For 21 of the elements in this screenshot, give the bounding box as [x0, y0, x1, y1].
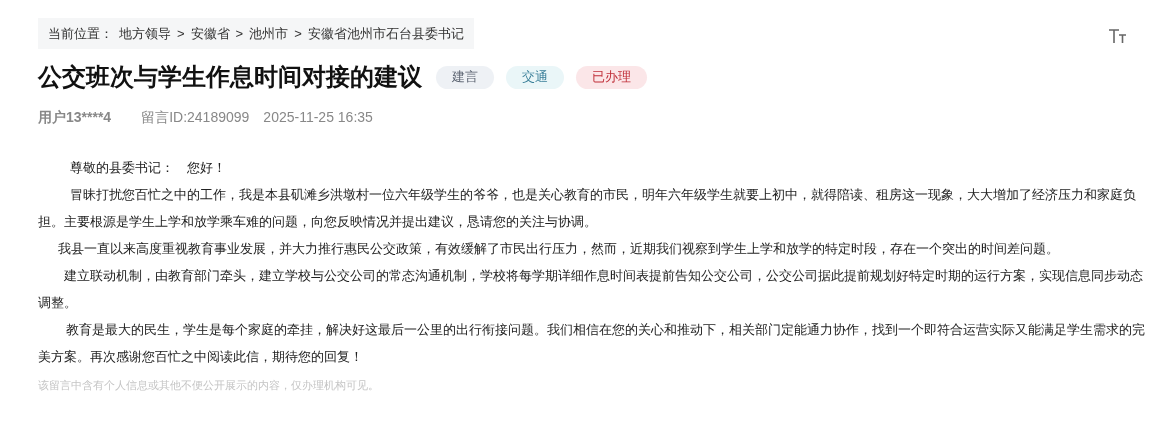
message-id: 留言ID:24189099: [141, 108, 250, 127]
breadcrumb-link[interactable]: 地方领导: [119, 23, 171, 44]
tag: 建言: [436, 65, 494, 89]
breadcrumb-link[interactable]: 安徽省池州市石台县委书记: [307, 23, 464, 44]
breadcrumb-separator: >: [294, 24, 302, 43]
breadcrumb-separator: >: [177, 24, 185, 43]
breadcrumb-link[interactable]: 安徽省: [190, 23, 230, 44]
post-time: 2025-11-25 16:35: [263, 108, 373, 127]
message-paragraph: 教育是最大的民生，学生是每个家庭的牵挂，解决好这最后一公里的出行衔接问题。我们相信在您的关心和推动下，相关部门定能通力协作，找到一个即符合运营实际又能满足学生需求的完美方案。再次感谢您百忙之中阅读此信，期待您的回复！: [38, 321, 1146, 366]
greeting: 尊敬的县委书记： 您好！: [69, 159, 227, 177]
message-paragraph: 我县一直以来高度重视教育事业发展，并大力推行惠民公交政策，有效缓解了市民出行压力，然而，近期我们视察到学生上学和放学的特定时段，存在一个突出的时间差问题。: [57, 240, 1060, 258]
tag: 交通: [506, 65, 564, 89]
user-name: 用户13****4: [38, 108, 112, 127]
message-paragraph: 建立联动机制，由教育部门牵头，建立学校与公交公司的常态沟通机制，学校将每学期详细作息时间表提前告知公交公司，公交公司据此提前规划好特定时期的运行方案，实现信息同步动态调整。: [38, 267, 1144, 312]
page-title: 公交班次与学生作息时间对接的建议: [38, 62, 422, 92]
breadcrumb-link[interactable]: 池州市: [249, 23, 289, 44]
breadcrumb-label: 当前位置：: [48, 24, 113, 43]
breadcrumb-separator: >: [235, 24, 244, 43]
message-paragraph: 冒昧打扰您百忙之中的工作，我是本县矶滩乡洪墩村一位六年级学生的爷爷，也是关心教育的市民，明年六年级学生就要上初中，就得陪读、租房这一现象，大大增加了经济压力和家庭负担。主要根源是学生上学和放学乘车难的问题，向您反映情况并提出建议，恳请您的关注与协调。: [38, 186, 1137, 231]
tag: 已办理: [576, 65, 647, 89]
font-size-icon[interactable]: [1108, 28, 1127, 44]
